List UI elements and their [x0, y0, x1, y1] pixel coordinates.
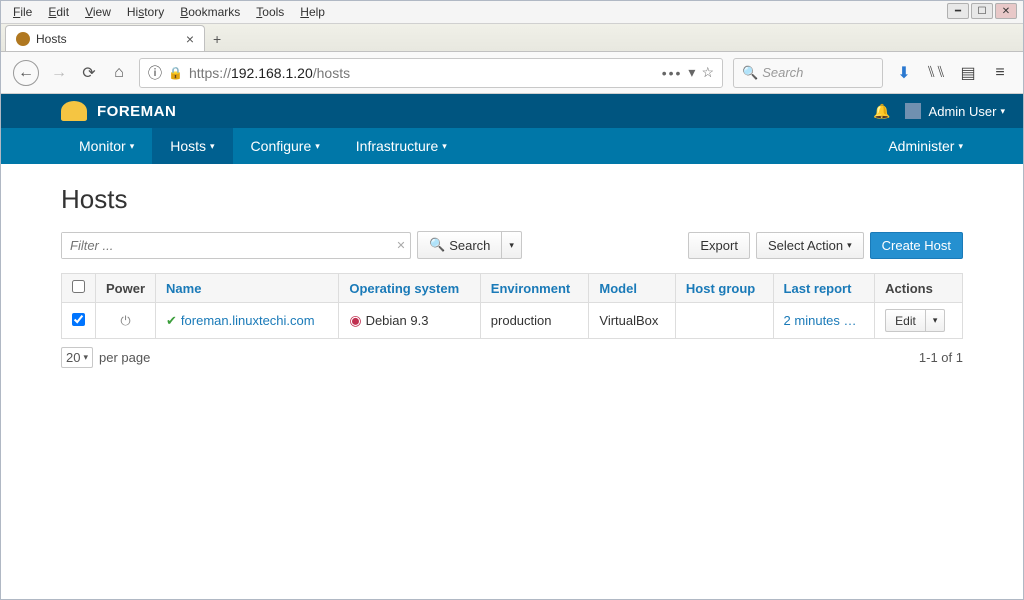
chevron-down-icon: ▾ — [315, 141, 320, 152]
nav-hosts[interactable]: Hosts ▾ — [152, 128, 232, 164]
row-checkbox[interactable] — [72, 313, 85, 326]
browser-tab[interactable]: Hosts × — [5, 25, 205, 51]
cell-os: ◉Debian 9.3 — [339, 303, 480, 339]
col-name[interactable]: Name — [156, 274, 339, 303]
edit-button[interactable]: Edit — [885, 309, 925, 332]
search-dropdown[interactable]: ▾ — [501, 231, 522, 259]
pagination-count: 1-1 of 1 — [919, 350, 963, 365]
user-menu[interactable]: Admin User ▾ — [905, 103, 1005, 119]
window-maximize[interactable]: ☐ — [971, 3, 993, 19]
select-action-button[interactable]: Select Action ▾ — [756, 232, 864, 259]
browser-toolbar: ← → ⟳ ⌂ ⓘ 🔒 https://192.168.1.20/hosts •… — [1, 52, 1023, 94]
chevron-down-icon: ▾ — [210, 141, 215, 152]
nav-monitor[interactable]: Monitor ▾ — [61, 128, 152, 164]
toolbar-row: ✕ 🔍 Search ▾ Export Select Action ▾ Crea… — [61, 231, 963, 259]
col-hostgroup[interactable]: Host group — [675, 274, 773, 303]
power-icon[interactable]: ⏻ — [120, 313, 130, 328]
cell-actions: Edit ▾ — [875, 303, 963, 339]
brand[interactable]: FOREMAN — [61, 101, 176, 121]
col-os[interactable]: Operating system — [339, 274, 480, 303]
chevron-down-icon: ▾ — [130, 141, 135, 152]
lock-icon: 🔒 — [168, 66, 183, 80]
page-title: Hosts — [61, 184, 963, 215]
col-select[interactable] — [62, 274, 96, 303]
url-text: https://192.168.1.20/hosts — [189, 65, 656, 81]
tab-favicon — [16, 32, 30, 46]
chevron-down-icon: ▾ — [1000, 106, 1005, 117]
back-button[interactable]: ← — [13, 60, 39, 86]
pocket-icon[interactable]: ▾ — [688, 64, 695, 81]
nav-configure[interactable]: Configure ▾ — [233, 128, 338, 164]
reload-button[interactable]: ⟳ — [79, 63, 99, 83]
brand-text: FOREMAN — [97, 103, 176, 120]
search-placeholder: Search — [762, 65, 803, 80]
filter-group: ✕ — [61, 232, 411, 259]
cell-environment: production — [480, 303, 589, 339]
cell-lastreport: 2 minutes … — [773, 303, 875, 339]
search-icon: 🔍 — [742, 65, 758, 81]
user-name: Admin User — [929, 104, 997, 119]
menu-help[interactable]: Help — [292, 3, 333, 21]
menu-history[interactable]: History — [119, 3, 172, 21]
tab-title: Hosts — [36, 32, 67, 46]
filter-clear-icon[interactable]: ✕ — [392, 233, 410, 258]
home-button[interactable]: ⌂ — [109, 63, 129, 83]
page-body: Hosts ✕ 🔍 Search ▾ Export Select Action … — [1, 164, 1023, 388]
avatar-icon — [905, 103, 921, 119]
tab-close-icon[interactable]: × — [186, 31, 194, 47]
hosts-table: Power Name Operating system Environment … — [61, 273, 963, 339]
col-environment[interactable]: Environment — [480, 274, 589, 303]
brand-icon — [61, 101, 87, 121]
col-actions: Actions — [875, 274, 963, 303]
firefox-menubar: File Edit View History Bookmarks Tools H… — [1, 1, 1023, 24]
per-page-select[interactable]: 20 ▾ — [61, 347, 93, 368]
browser-search[interactable]: 🔍 Search — [733, 58, 883, 88]
nav-infrastructure[interactable]: Infrastructure ▾ — [338, 128, 465, 164]
edit-dropdown[interactable]: ▾ — [925, 309, 946, 332]
search-button[interactable]: 🔍 Search — [417, 231, 501, 259]
new-tab-button[interactable]: + — [205, 27, 229, 51]
pagination: 20 ▾ per page 1-1 of 1 — [61, 347, 963, 368]
filter-input[interactable] — [62, 233, 392, 258]
col-model[interactable]: Model — [589, 274, 676, 303]
library-icon[interactable]: ⑊⑊ — [925, 62, 947, 84]
window-close[interactable]: ✕ — [995, 3, 1017, 19]
app-nav: Monitor ▾ Hosts ▾ Configure ▾ Infrastruc… — [1, 128, 1023, 164]
cell-model: VirtualBox — [589, 303, 676, 339]
page-actions-icon[interactable]: ••• — [662, 65, 683, 81]
info-icon[interactable]: ⓘ — [148, 63, 162, 83]
debian-icon: ◉ — [349, 312, 361, 328]
bookmark-star-icon[interactable]: ☆ — [701, 64, 714, 81]
menu-file[interactable]: File — [5, 3, 40, 21]
chevron-down-icon: ▾ — [958, 141, 963, 152]
notifications-icon[interactable]: 🔔 — [873, 103, 890, 120]
forward-button[interactable]: → — [49, 63, 69, 83]
url-bar[interactable]: ⓘ 🔒 https://192.168.1.20/hosts ••• ▾ ☆ — [139, 58, 723, 88]
menu-tools[interactable]: Tools — [248, 3, 292, 21]
export-button[interactable]: Export — [688, 232, 750, 259]
col-power: Power — [96, 274, 156, 303]
menu-icon[interactable]: ≡ — [989, 62, 1011, 84]
sidebar-icon[interactable]: ▤ — [957, 62, 979, 84]
col-lastreport[interactable]: Last report — [773, 274, 875, 303]
status-ok-icon: ✔ — [166, 313, 177, 328]
menu-view[interactable]: View — [77, 3, 119, 21]
create-host-button[interactable]: Create Host — [870, 232, 963, 259]
table-row: ⏻ ✔foreman.linuxtechi.com ◉Debian 9.3 pr… — [62, 303, 963, 339]
menu-bookmarks[interactable]: Bookmarks — [172, 3, 248, 21]
select-all-checkbox[interactable] — [72, 280, 85, 293]
app-header: FOREMAN 🔔 Admin User ▾ — [1, 94, 1023, 128]
browser-tabbar: Hosts × + — [1, 24, 1023, 52]
nav-administer[interactable]: Administer ▾ — [870, 128, 1023, 164]
per-page-label: per page — [99, 350, 150, 365]
window-minimize[interactable]: ━ — [947, 3, 969, 19]
chevron-down-icon: ▾ — [442, 141, 447, 152]
menu-edit[interactable]: Edit — [40, 3, 77, 21]
table-header-row: Power Name Operating system Environment … — [62, 274, 963, 303]
search-btn-group: 🔍 Search ▾ — [417, 231, 522, 259]
cell-hostgroup — [675, 303, 773, 339]
cell-name[interactable]: ✔foreman.linuxtechi.com — [156, 303, 339, 339]
downloads-icon[interactable]: ⬇ — [893, 62, 915, 84]
